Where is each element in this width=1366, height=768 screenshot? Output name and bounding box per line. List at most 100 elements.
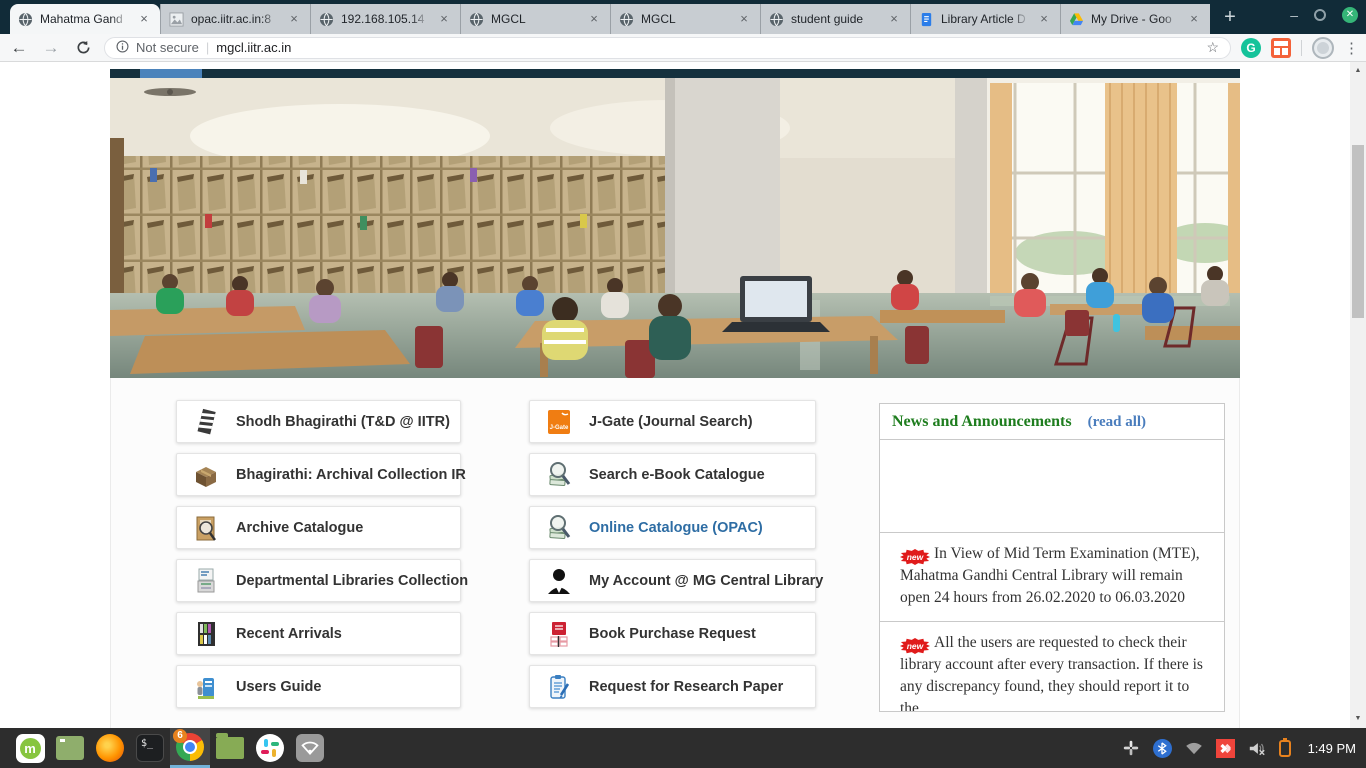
tab-student-guide[interactable]: student guide × [760,4,910,34]
browser-menu-icon[interactable]: ⋮ [1344,39,1358,57]
minimize-button[interactable]: – [1290,7,1298,23]
tab-title: student guide [791,12,879,26]
read-all-link[interactable]: (read all) [1088,414,1146,430]
slack-launcher[interactable] [250,728,290,768]
close-icon[interactable]: × [136,11,152,27]
tab-title: My Drive - Goo [1091,12,1179,26]
page-scrollbar[interactable]: ▲ ▼ [1350,62,1366,728]
firefox-launcher[interactable] [90,728,130,768]
new-badge: new [900,549,930,565]
link-archival-collection[interactable]: Bhagirathi: Archival Collection IR [176,453,461,496]
reload-icon[interactable] [72,37,94,59]
close-icon[interactable]: × [436,11,452,27]
jgate-icon: J-Gate [547,408,573,436]
browser-frame: Mahatma Gand × opac.iitr.ac.in:8 × 192.1… [0,0,1366,34]
page-container: Shodh Bhagirathi (T&D @ IITR) Bhagirathi… [110,62,1240,728]
battery-icon[interactable] [1279,740,1291,757]
tab-title: Library Article D [941,12,1029,26]
taskbar-clock[interactable]: 1:49 PM [1308,741,1356,756]
scrollbar-thumb[interactable] [1352,145,1364,318]
link-label: Book Purchase Request [589,626,756,642]
scroll-down-icon[interactable]: ▼ [1350,712,1366,726]
show-desktop-button[interactable] [50,728,90,768]
research-paper-icon [547,673,573,701]
close-icon[interactable]: × [586,11,602,27]
link-archive-catalogue[interactable]: Archive Catalogue [176,506,461,549]
tab-ip-address[interactable]: 192.168.105.14 × [310,4,460,34]
tab-title: 192.168.105.14 [341,12,429,26]
news-item-text: All the users are requested to check the… [900,634,1203,712]
link-opac[interactable]: Online Catalogue (OPAC) [529,506,816,549]
link-shodh-bhagirathi[interactable]: Shodh Bhagirathi (T&D @ IITR) [176,400,461,443]
tab-mahatma-gandhi[interactable]: Mahatma Gand × [10,4,160,34]
file-manager-launcher[interactable] [210,728,250,768]
mint-menu-button[interactable]: m [10,728,50,768]
window-close-button[interactable]: ✕ [1342,7,1358,23]
link-research-paper[interactable]: Request for Research Paper [529,665,816,708]
tab-opac[interactable]: opac.iitr.ac.in:8 × [160,4,310,34]
tab-my-drive[interactable]: My Drive - Goo × [1060,4,1210,34]
wifi-analyzer-launcher[interactable] [290,728,330,768]
close-icon[interactable]: × [1036,11,1052,27]
close-icon[interactable]: × [286,11,302,27]
site-navbar-bottom [110,69,1240,78]
news-scroll-gap [880,440,1224,533]
address-bar[interactable]: Not secure | mgcl.iitr.ac.in ☆ [104,37,1231,59]
profile-avatar[interactable] [1312,37,1334,59]
link-users-guide[interactable]: Users Guide [176,665,461,708]
link-jgate[interactable]: J-Gate J-Gate (Journal Search) [529,400,816,443]
tab-mgcl-2[interactable]: MGCL × [610,4,760,34]
link-label: Recent Arrivals [236,626,342,642]
globe-favicon [18,12,33,27]
link-departmental-libraries[interactable]: Departmental Libraries Collection [176,559,461,602]
network-wifi-icon[interactable] [1185,742,1203,755]
scroll-up-icon[interactable]: ▲ [1350,64,1366,78]
navbar-active-item[interactable] [140,69,202,78]
forward-icon[interactable]: → [40,37,62,59]
bookmark-star-icon[interactable]: ☆ [1206,39,1219,56]
info-icon[interactable] [116,40,129,56]
table-extension-icon[interactable] [1271,38,1291,58]
chrome-launcher[interactable]: 6 [170,728,210,768]
volume-muted-icon[interactable] [1248,741,1266,756]
system-tray: 1:49 PM [1122,739,1356,758]
google-drive-favicon [1069,12,1084,27]
tab-title: opac.iitr.ac.in:8 [191,12,279,26]
globe-favicon [469,12,484,27]
link-label: J-Gate (Journal Search) [589,414,753,430]
slack-tray-icon[interactable] [1122,739,1140,757]
link-book-purchase[interactable]: Book Purchase Request [529,612,816,655]
library-photo [110,78,1240,378]
quick-links-section: Shodh Bhagirathi (T&D @ IITR) Bhagirathi… [110,378,1240,728]
new-tab-button[interactable]: + [1216,4,1244,32]
maximize-button[interactable] [1314,9,1326,21]
close-icon[interactable]: × [1186,11,1202,27]
broken-image-favicon [169,12,184,27]
link-search-ebook[interactable]: Search e-Book Catalogue [529,453,816,496]
terminal-icon: $_ [136,734,164,762]
back-icon[interactable]: ← [8,37,30,59]
link-my-account[interactable]: My Account @ MG Central Library [529,559,816,602]
archive-catalogue-icon [194,514,220,542]
close-icon[interactable]: × [736,11,752,27]
search-ebook-icon [547,461,573,489]
tab-title: Mahatma Gand [40,12,129,26]
google-docs-favicon [919,12,934,27]
link-label: Archive Catalogue [236,520,363,536]
tab-mgcl-1[interactable]: MGCL × [460,4,610,34]
taskbar: m $_ 6 1:49 PM [0,728,1366,768]
link-recent-arrivals[interactable]: Recent Arrivals [176,612,461,655]
globe-favicon [319,12,334,27]
security-label: Not secure [136,40,199,55]
tab-library-article[interactable]: Library Article D × [910,4,1060,34]
close-icon[interactable]: × [886,11,902,27]
new-badge: new [900,638,930,654]
bluetooth-icon[interactable] [1153,739,1172,758]
terminal-launcher[interactable]: $_ [130,728,170,768]
anydesk-icon[interactable] [1216,739,1235,758]
page-viewport: Shodh Bhagirathi (T&D @ IITR) Bhagirathi… [0,62,1350,728]
grammarly-extension-icon[interactable]: G [1241,38,1261,58]
link-label: Request for Research Paper [589,679,783,695]
url-text[interactable]: mgcl.iitr.ac.in [216,40,291,55]
wifi-app-icon [296,734,324,762]
